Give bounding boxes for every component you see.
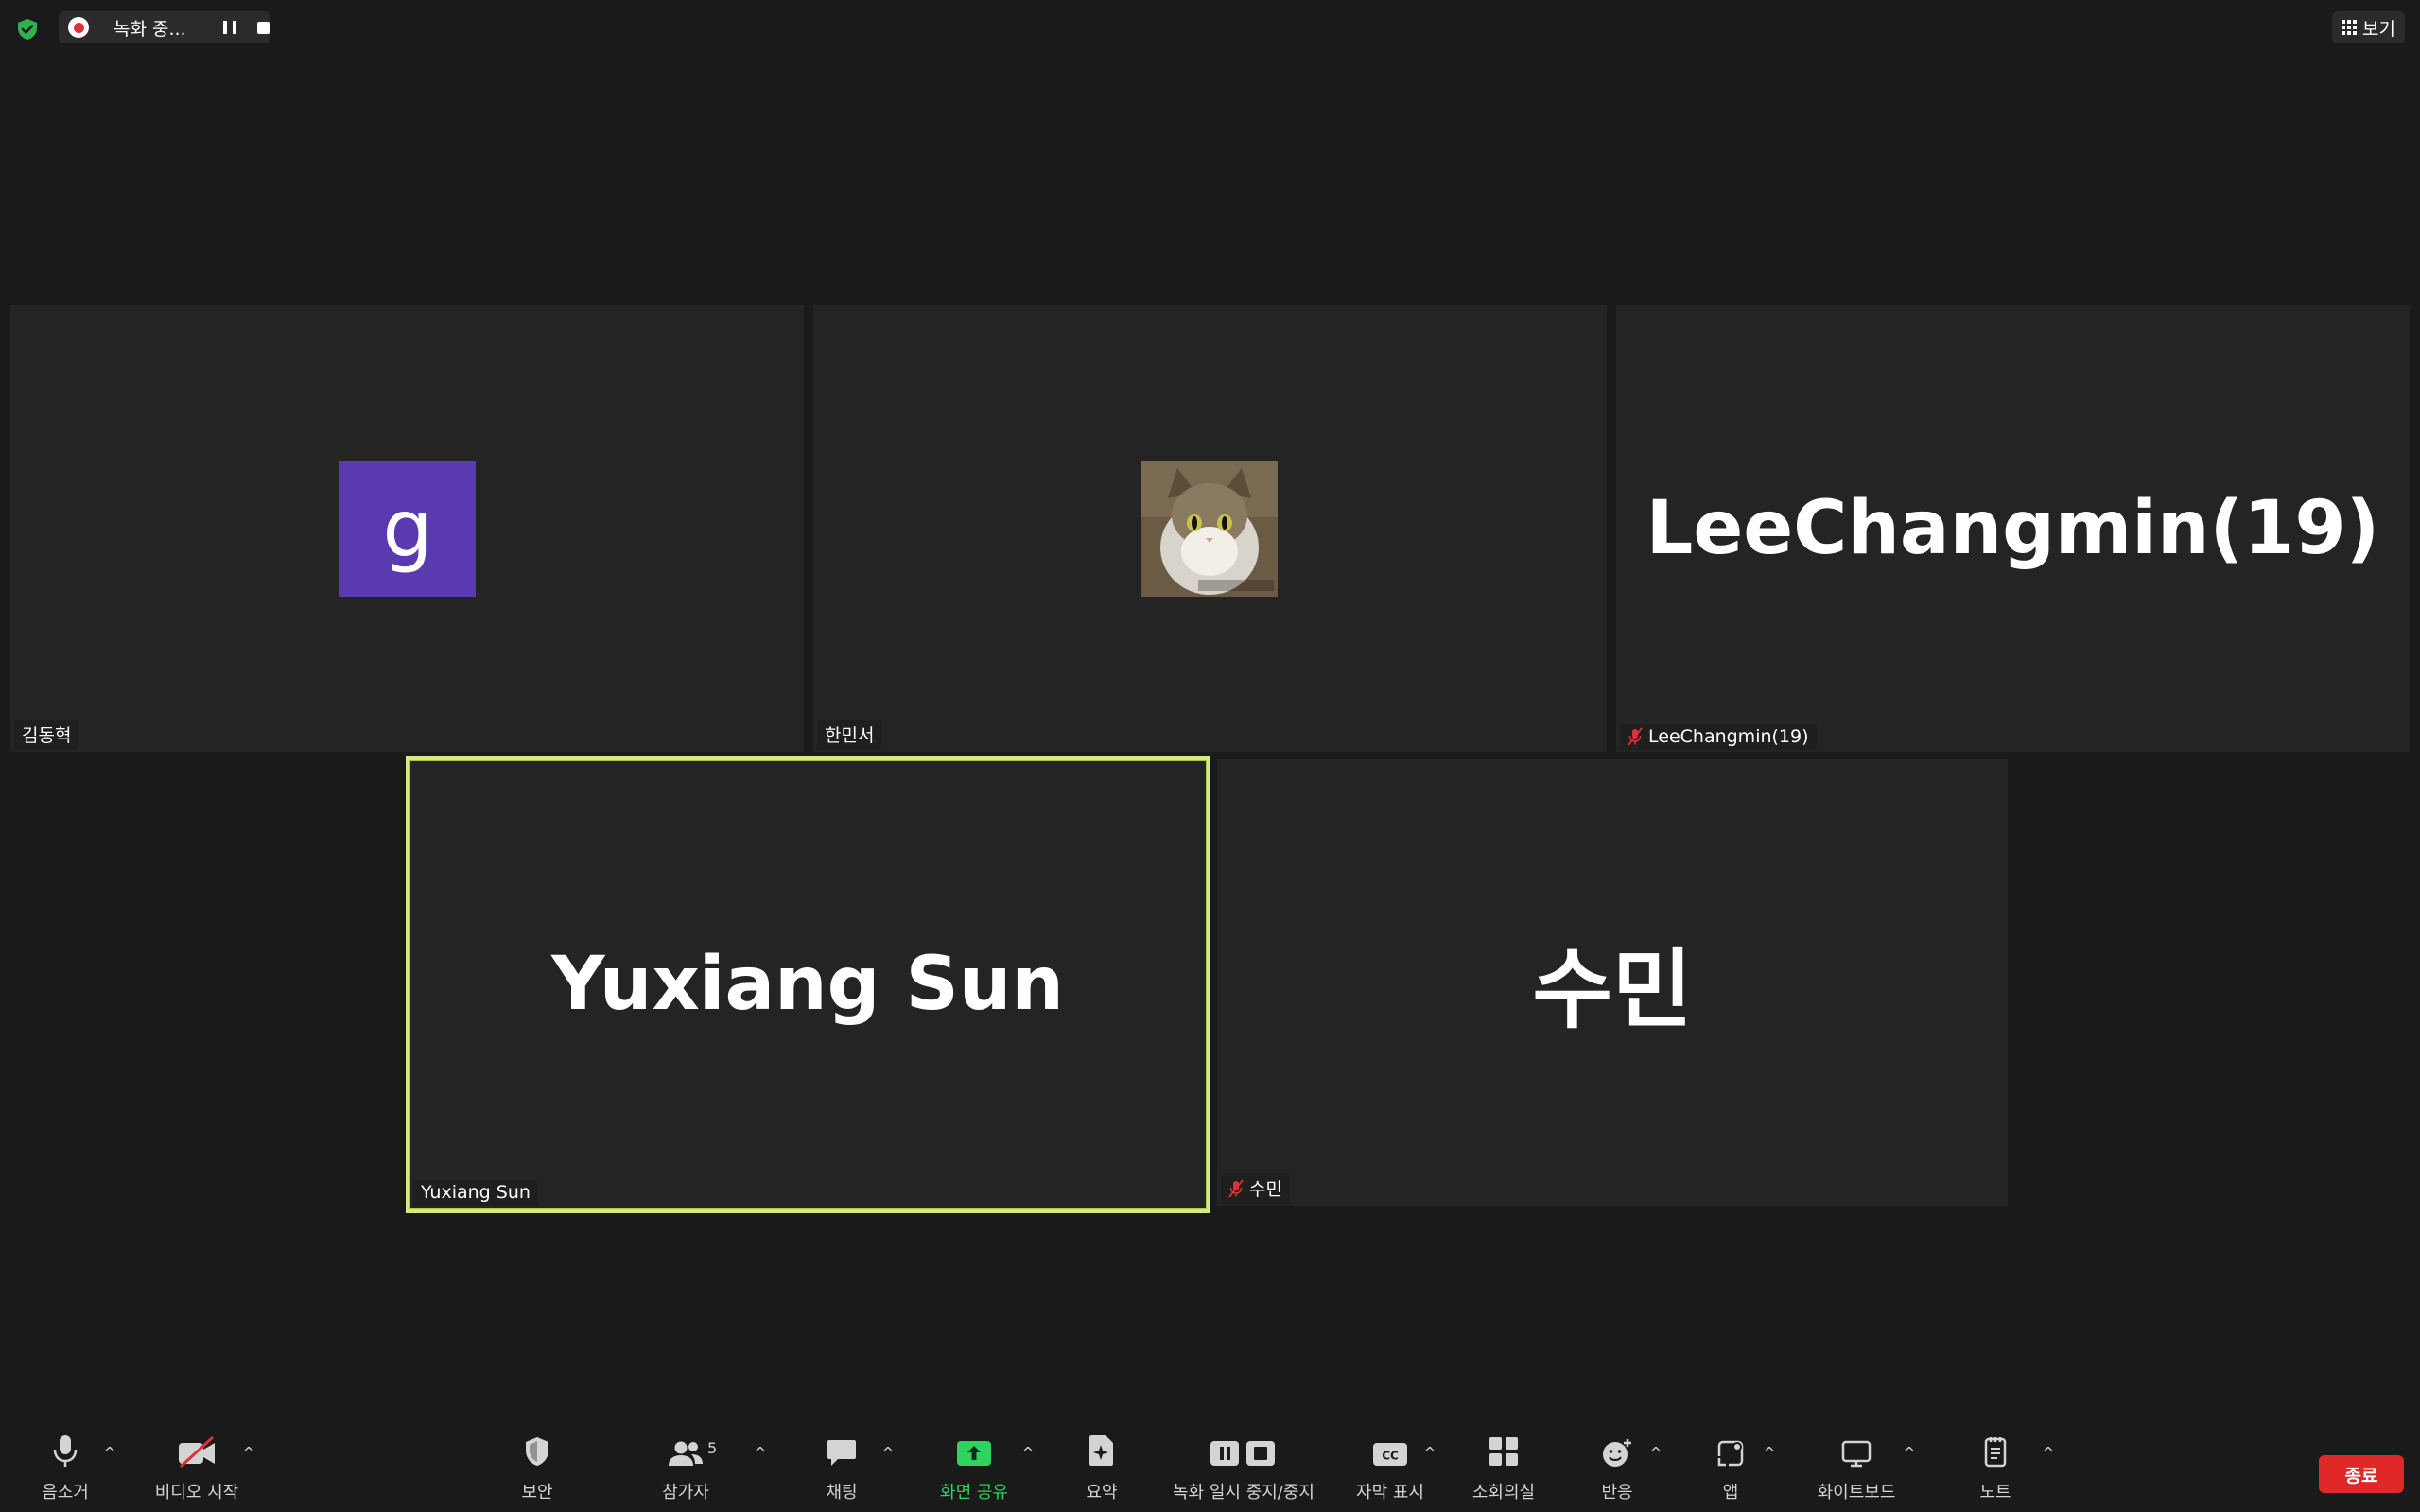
participant-name-label: 김동혁 xyxy=(14,720,79,750)
participants-icon xyxy=(669,1441,703,1466)
apps-label: 앱 xyxy=(1722,1483,1739,1503)
stop-recording-icon[interactable] xyxy=(257,21,270,34)
participant-count: 5 xyxy=(707,1439,718,1457)
grid-icon xyxy=(2342,20,2358,35)
notes-label: 노트 xyxy=(1979,1483,2011,1503)
reactions-button[interactable]: 반응 xyxy=(1589,1428,1645,1512)
view-label: 보기 xyxy=(2362,18,2395,40)
meeting-toolbar: 음소거 ^ 비디오 시작 ^ 보안 참가자 5 ^ 채팅 ^ 화면 공유 ^ 요… xyxy=(0,1428,2420,1512)
share-screen-button[interactable]: 화면 공유 xyxy=(927,1428,1021,1512)
summary-button[interactable]: 요약 xyxy=(1073,1428,1130,1512)
apps-options-chevron-icon[interactable]: ^ xyxy=(1761,1445,1778,1462)
recording-controls-button[interactable]: 녹화 일시 중지/중지 xyxy=(1163,1428,1324,1512)
notes-button[interactable]: 노트 xyxy=(1967,1428,2024,1512)
share-screen-icon xyxy=(957,1441,991,1466)
summary-label: 요약 xyxy=(1086,1483,1118,1503)
participant-name: Yuxiang Sun xyxy=(421,1182,531,1203)
participant-display-name: Yuxiang Sun xyxy=(551,942,1064,1027)
mute-label: 음소거 xyxy=(42,1483,89,1503)
video-tile-participant-3[interactable]: LeeChangmin(19) LeeChangmin(19) xyxy=(1616,305,2410,752)
participant-name: LeeChangmin(19) xyxy=(1648,726,1809,747)
security-button[interactable]: 보안 xyxy=(509,1428,566,1512)
video-label: 비디오 시작 xyxy=(154,1483,239,1503)
security-label: 보안 xyxy=(521,1483,553,1503)
microphone-icon xyxy=(53,1435,78,1467)
audio-options-chevron-icon[interactable]: ^ xyxy=(101,1445,118,1462)
reaction-smiley-icon xyxy=(1603,1439,1631,1467)
recording-indicator: 녹화 중... xyxy=(59,11,270,43)
recording-status-text: 녹화 중... xyxy=(113,18,186,40)
video-options-chevron-icon[interactable]: ^ xyxy=(240,1445,257,1462)
video-tile-participant-4[interactable]: Yuxiang Sun Yuxiang Sun xyxy=(408,759,1208,1209)
avatar-letter: g xyxy=(382,482,433,575)
record-label: 녹화 일시 중지/중지 xyxy=(1173,1483,1314,1503)
view-button[interactable]: 보기 xyxy=(2332,11,2405,43)
captions-button[interactable]: CC 자막 표시 xyxy=(1345,1428,1436,1512)
end-meeting-button[interactable]: 종료 xyxy=(2319,1455,2404,1493)
reactions-label: 반응 xyxy=(1601,1483,1633,1503)
whiteboard-button[interactable]: 화이트보드 xyxy=(1804,1428,1908,1512)
breakout-label: 소회의실 xyxy=(1471,1483,1536,1503)
mute-button[interactable]: 음소거 xyxy=(28,1428,102,1512)
video-off-icon xyxy=(179,1435,215,1468)
apps-button[interactable]: 앱 xyxy=(1702,1428,1759,1512)
notes-icon xyxy=(1984,1437,2007,1468)
muted-microphone-icon xyxy=(1628,727,1643,746)
closed-captions-icon: CC xyxy=(1373,1443,1407,1466)
participant-display-name: LeeChangmin(19) xyxy=(1645,486,2380,571)
participant-name: 한민서 xyxy=(825,725,875,746)
whiteboard-label: 화이트보드 xyxy=(1817,1483,1896,1503)
meeting-window: 녹화 중... 보기 g 김동혁 한민서 LeeChangmin(19) Lee… xyxy=(0,0,2420,1512)
pause-stop-recording-icon xyxy=(1210,1441,1275,1466)
participant-name: 김동혁 xyxy=(22,725,72,746)
share-label: 화면 공유 xyxy=(940,1483,1008,1503)
whiteboard-options-chevron-icon[interactable]: ^ xyxy=(1901,1445,1918,1462)
participants-label: 참가자 xyxy=(662,1483,709,1503)
chat-button[interactable]: 채팅 xyxy=(813,1428,870,1512)
video-tile-participant-1[interactable]: g 김동혁 xyxy=(10,305,804,752)
chat-bubble-icon xyxy=(827,1440,856,1466)
chat-options-chevron-icon[interactable]: ^ xyxy=(879,1445,897,1462)
reactions-options-chevron-icon[interactable]: ^ xyxy=(1647,1445,1664,1462)
participant-name-label: 한민서 xyxy=(817,720,882,750)
participant-name-label: Yuxiang Sun xyxy=(413,1180,538,1206)
cat-avatar-image xyxy=(1141,461,1278,597)
apps-icon xyxy=(1717,1440,1744,1468)
security-shield-icon xyxy=(526,1437,548,1466)
start-video-button[interactable]: 비디오 시작 xyxy=(142,1428,252,1512)
chat-label: 채팅 xyxy=(826,1483,858,1503)
share-options-chevron-icon[interactable]: ^ xyxy=(1019,1445,1036,1462)
pause-recording-icon[interactable] xyxy=(223,21,236,34)
breakout-rooms-button[interactable]: 소회의실 xyxy=(1461,1428,1546,1512)
whiteboard-icon xyxy=(1841,1440,1872,1468)
captions-options-chevron-icon[interactable]: ^ xyxy=(1421,1445,1438,1462)
ai-summary-icon xyxy=(1089,1435,1113,1466)
participants-options-chevron-icon[interactable]: ^ xyxy=(752,1445,769,1462)
video-tile-participant-2[interactable]: 한민서 xyxy=(813,305,1607,752)
breakout-rooms-icon xyxy=(1489,1437,1518,1466)
captions-label: 자막 표시 xyxy=(1356,1483,1424,1503)
participant-display-name: 수민 xyxy=(1532,939,1693,1041)
participant-name-label: LeeChangmin(19) xyxy=(1620,724,1817,750)
svg-text:CC: CC xyxy=(1382,1450,1399,1463)
avatar: g xyxy=(339,461,476,597)
participant-name: 수민 xyxy=(1249,1179,1282,1200)
notes-options-chevron-icon[interactable]: ^ xyxy=(2040,1445,2057,1462)
participant-name-label: 수민 xyxy=(1221,1173,1290,1204)
video-tile-participant-5[interactable]: 수민 수민 xyxy=(1217,759,2008,1206)
encryption-shield-icon[interactable] xyxy=(15,17,40,42)
muted-microphone-icon xyxy=(1228,1178,1244,1198)
record-icon xyxy=(68,17,89,38)
